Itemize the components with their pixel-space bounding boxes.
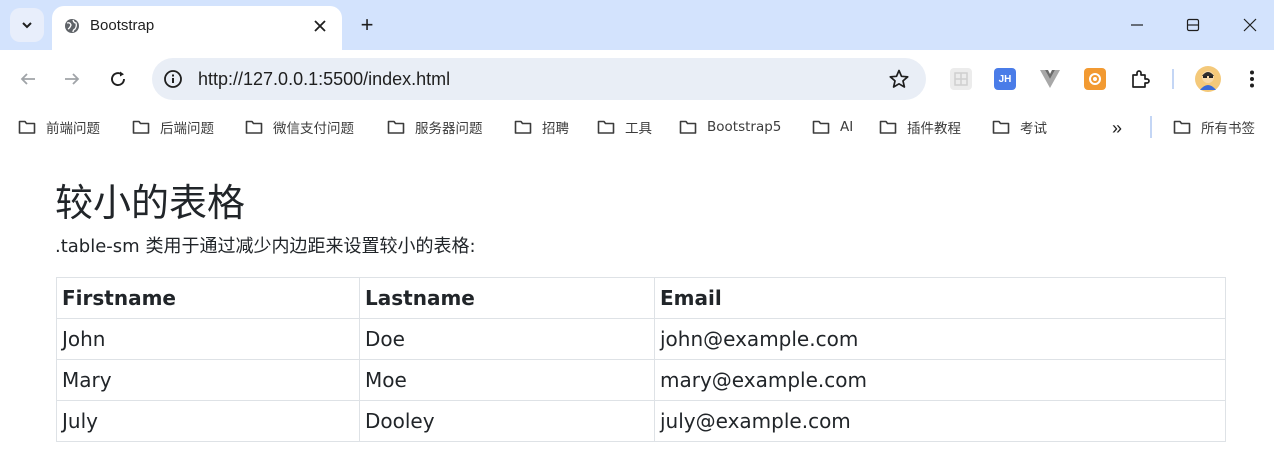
globe-icon	[65, 19, 79, 33]
folder-icon	[597, 120, 615, 134]
bookmark-folder[interactable]: AI	[812, 116, 853, 138]
minimize-window-button[interactable]	[1122, 10, 1152, 40]
avatar-icon	[1200, 71, 1216, 90]
maximize-window-button[interactable]	[1178, 10, 1208, 40]
bookmark-label: 微信支付问题	[273, 121, 354, 137]
bookmarks-bar: 前端问题 后端问题 微信支付问题 服务器问题 招聘 工具 Bootstrap5	[0, 108, 1274, 146]
bookmark-label: 后端问题	[160, 121, 214, 137]
bookmark-star-icon[interactable]	[888, 68, 910, 90]
vue-extension-icon[interactable]	[1039, 68, 1061, 90]
page-content: 较小的表格 .table-sm 类用于通过减少内边距来设置较小的表格: Firs…	[0, 146, 1274, 457]
extensions-puzzle-button[interactable]	[1129, 68, 1151, 90]
small-table: Firstname Lastname Email John Doe john@e…	[56, 277, 1226, 442]
jh-extension-icon[interactable]: JH	[994, 68, 1016, 90]
all-bookmarks-folder[interactable]: 所有书签	[1173, 116, 1255, 138]
tab-close-button[interactable]	[310, 16, 330, 36]
address-bar[interactable]: http://127.0.0.1:5500/index.html	[152, 58, 926, 100]
bookmark-folder[interactable]: 后端问题	[132, 116, 214, 138]
folder-icon	[679, 120, 697, 134]
folder-icon	[879, 120, 897, 134]
bookmark-label: 前端问题	[46, 121, 100, 137]
table-header-row: Firstname Lastname Email	[56, 277, 1226, 319]
tab-search-button[interactable]	[10, 8, 44, 42]
active-tab[interactable]: Bootstrap	[52, 6, 342, 50]
close-icon	[1243, 18, 1257, 32]
page-description: .table-sm 类用于通过减少内边距来设置较小的表格:	[55, 236, 476, 257]
folder-icon	[18, 120, 36, 134]
maximize-icon	[1186, 18, 1200, 32]
bookmark-folder[interactable]: Bootstrap5	[679, 116, 781, 138]
table-row: John Doe john@example.com	[56, 318, 1226, 360]
menu-button[interactable]	[1241, 68, 1263, 90]
grid-extension-icon[interactable]	[950, 68, 972, 90]
more-bookmarks-button[interactable]: »	[1112, 118, 1122, 139]
forward-button[interactable]	[58, 65, 86, 93]
browser-toolbar: http://127.0.0.1:5500/index.html JH	[0, 50, 1274, 108]
browser-window: Bootstrap + http://127.0.0.1:5500/index.…	[0, 0, 1274, 457]
bookmark-folder[interactable]: 工具	[597, 116, 652, 138]
bookmark-folder[interactable]: 招聘	[514, 116, 569, 138]
table-cell: Moe	[359, 359, 655, 401]
minimize-icon	[1131, 24, 1143, 26]
bookmark-folder[interactable]: 考试	[992, 116, 1047, 138]
bookmark-label: 服务器问题	[415, 121, 483, 137]
column-header: Lastname	[359, 277, 655, 319]
folder-icon	[1173, 120, 1191, 134]
new-tab-button[interactable]: +	[354, 12, 380, 38]
page-title: 较小的表格	[55, 181, 246, 225]
circle-icon	[1089, 73, 1101, 85]
back-button[interactable]	[14, 65, 42, 93]
bookmarks-divider	[1150, 116, 1152, 138]
table-row: Mary Moe mary@example.com	[56, 359, 1226, 401]
profile-avatar[interactable]	[1195, 66, 1221, 92]
bookmark-label: 工具	[625, 121, 652, 137]
column-header: Firstname	[56, 277, 360, 319]
grid-icon	[954, 72, 968, 86]
table-cell: mary@example.com	[654, 359, 1226, 401]
bookmark-label: 考试	[1020, 121, 1047, 137]
close-window-button[interactable]	[1235, 10, 1265, 40]
reload-button[interactable]	[104, 65, 132, 93]
chevron-down-icon	[22, 22, 32, 29]
table-cell: Doe	[359, 318, 655, 360]
table-cell: john@example.com	[654, 318, 1226, 360]
arrow-right-icon	[65, 73, 80, 85]
table-cell: Mary	[56, 359, 360, 401]
table-row: July Dooley july@example.com	[56, 400, 1226, 442]
table-cell: July	[56, 400, 360, 442]
all-bookmarks-label: 所有书签	[1201, 121, 1255, 137]
folder-icon	[245, 120, 263, 134]
bookmark-folder[interactable]: 插件教程	[879, 116, 961, 138]
bookmark-label: 插件教程	[907, 121, 961, 137]
close-icon	[314, 20, 326, 32]
toolbar-divider	[1172, 69, 1174, 89]
bookmark-folder[interactable]: 服务器问题	[387, 116, 483, 138]
tab-strip: Bootstrap +	[0, 0, 1274, 50]
arrow-left-icon	[20, 73, 35, 85]
url-text: http://127.0.0.1:5500/index.html	[198, 69, 451, 89]
bookmark-label: Bootstrap5	[707, 119, 782, 135]
table-cell: John	[56, 318, 360, 360]
bookmark-label: AI	[840, 119, 854, 135]
tab-title: Bootstrap	[90, 17, 155, 34]
site-info-icon[interactable]	[163, 69, 183, 89]
reload-icon	[111, 71, 125, 86]
bookmark-label: 招聘	[542, 121, 569, 137]
folder-icon	[387, 120, 405, 134]
table-cell: Dooley	[359, 400, 655, 442]
folder-icon	[132, 120, 150, 134]
bookmark-folder[interactable]: 微信支付问题	[245, 116, 354, 138]
table-cell: july@example.com	[654, 400, 1226, 442]
more-vertical-icon	[1250, 70, 1254, 88]
orange-extension-icon[interactable]	[1084, 68, 1106, 90]
bookmark-folder[interactable]: 前端问题	[18, 116, 100, 138]
column-header: Email	[654, 277, 1226, 319]
folder-icon	[514, 120, 532, 134]
folder-icon	[812, 120, 830, 134]
puzzle-icon	[1132, 70, 1150, 88]
vue-icon	[1040, 70, 1060, 88]
folder-icon	[992, 120, 1010, 134]
